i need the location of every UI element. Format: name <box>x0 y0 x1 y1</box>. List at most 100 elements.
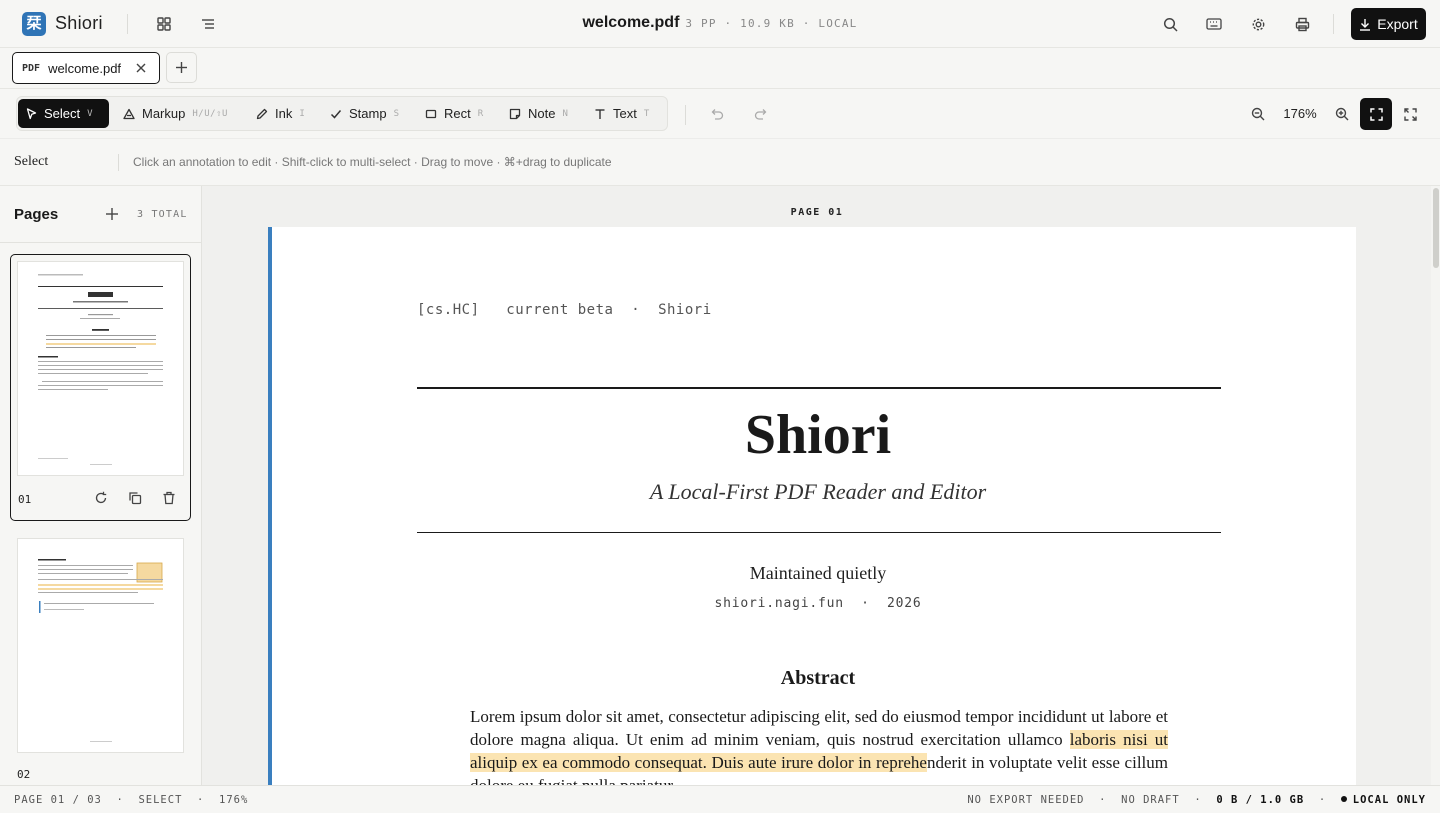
status-export: NO EXPORT NEEDED <box>967 794 1085 806</box>
export-label: Export <box>1377 16 1418 32</box>
plus-icon <box>176 62 187 73</box>
tool-rect[interactable]: Rect R <box>417 99 492 128</box>
zoom-in-icon <box>1335 107 1349 121</box>
page-thumbnail-02[interactable] <box>17 538 184 753</box>
close-icon[interactable] <box>135 62 147 74</box>
settings-button[interactable] <box>1244 10 1272 38</box>
status-draft: NO DRAFT <box>1121 794 1180 806</box>
tool-label: Rect <box>444 106 471 121</box>
divider <box>118 154 119 171</box>
document-viewer[interactable]: PAGE 01 [cs.HC] current beta · Shiori Sh… <box>202 186 1440 785</box>
hint-bar: Select Click an annotation to edit · Shi… <box>0 139 1440 186</box>
title-rule-bottom <box>417 532 1221 533</box>
undo-button[interactable] <box>703 100 731 128</box>
status-right: NO EXPORT NEEDED · NO DRAFT · 0 B / 1.0 … <box>967 794 1426 806</box>
new-tab-button[interactable] <box>166 52 197 83</box>
note-icon <box>509 108 521 119</box>
tool-label: Stamp <box>349 106 387 121</box>
tool-label: Ink <box>275 106 293 121</box>
abstract-text-part: Lorem ipsum dolor sit amet, consectetur … <box>470 707 1168 749</box>
tool-shortcut: H/U/⇧U <box>192 108 228 119</box>
redo-button[interactable] <box>746 100 774 128</box>
pdf-page[interactable]: [cs.HC] current beta · Shiori Shiori A L… <box>268 227 1356 785</box>
document-meta: 3 PP · 10.9 KB · LOCAL <box>685 17 858 30</box>
status-left: PAGE 01 / 03 · SELECT · 176% <box>14 794 249 806</box>
fit-page-icon <box>1369 107 1383 121</box>
tool-shortcut: N <box>562 108 569 119</box>
tool-group: Select V Markup H/U/⇧U Ink I Stamp S Rec… <box>16 96 668 131</box>
scrollbar-track[interactable] <box>1431 186 1440 785</box>
undo-icon <box>711 109 723 120</box>
document-title: welcome.pdf <box>582 14 680 31</box>
divider <box>1333 14 1334 34</box>
zoom-out-icon <box>1251 107 1265 121</box>
page-number: 02 <box>17 768 31 781</box>
search-button[interactable] <box>1156 10 1184 38</box>
current-mode-label: Select <box>14 154 49 169</box>
tab-welcome-pdf[interactable]: PDF welcome.pdf <box>12 52 160 84</box>
export-button[interactable]: Export <box>1351 8 1426 40</box>
tool-stamp[interactable]: Stamp S <box>322 99 408 128</box>
zoom-level[interactable]: 176% <box>1280 106 1320 121</box>
tool-shortcut: S <box>393 108 400 119</box>
fit-page-button[interactable] <box>1360 98 1392 130</box>
tool-text[interactable]: Text T <box>586 99 658 128</box>
shortcuts-button[interactable] <box>1200 10 1228 38</box>
fullscreen-button[interactable] <box>1396 100 1424 128</box>
page-preview <box>38 274 163 465</box>
page-thumbnail-card-01[interactable]: 01 <box>10 254 191 521</box>
scrollbar-thumb[interactable] <box>1433 188 1439 268</box>
add-page-icon[interactable] <box>104 206 120 222</box>
page-label: PAGE 01 <box>790 207 844 218</box>
top-bar: 栞 Shiori welcome.pdf 3 PP · 10.9 KB · LOC… <box>0 0 1440 48</box>
tool-label: Markup <box>142 106 186 121</box>
zoom-out-button[interactable] <box>1244 100 1272 128</box>
status-dot-icon <box>1340 796 1347 802</box>
duplicate-icon[interactable] <box>128 491 142 505</box>
tool-note[interactable]: Note N <box>501 99 576 128</box>
cursor-icon <box>26 107 37 119</box>
rect-icon <box>425 109 437 118</box>
status-bar: PAGE 01 / 03 · SELECT · 176% NO EXPORT N… <box>0 785 1440 813</box>
download-icon <box>1360 18 1371 31</box>
status-zoom: 176% <box>219 794 249 806</box>
site-line: shiori.nagi.fun · 2026 <box>714 596 922 611</box>
status-local: LOCAL ONLY <box>1352 794 1426 806</box>
status-mode: SELECT <box>138 794 183 806</box>
document-subtitle: A Local-First PDF Reader and Editor <box>649 479 987 504</box>
abstract-text[interactable]: Lorem ipsum dolor sit amet, consectetur … <box>470 705 1168 785</box>
tool-select[interactable]: Select V <box>18 99 109 128</box>
tool-label: Select <box>44 106 81 121</box>
tool-shortcut: V <box>87 108 94 119</box>
text-icon <box>595 108 605 119</box>
rotate-icon[interactable] <box>94 491 108 505</box>
maintainer-line: Maintained quietly <box>749 563 887 583</box>
tab-bar: PDF welcome.pdf <box>0 48 1440 89</box>
tab-label: welcome.pdf <box>48 60 122 76</box>
print-button[interactable] <box>1288 10 1316 38</box>
pdf-badge: PDF <box>22 62 41 74</box>
document-main-title: Shiori <box>744 404 892 466</box>
page-preview <box>38 559 163 742</box>
divider <box>685 105 686 125</box>
tool-markup[interactable]: Markup H/U/⇧U <box>115 99 236 128</box>
tool-label: Note <box>528 106 556 121</box>
tool-shortcut: R <box>477 108 484 119</box>
page-thumbnail[interactable] <box>17 261 184 476</box>
gear-icon <box>1252 18 1264 30</box>
divider <box>0 242 201 243</box>
expand-icon <box>1403 107 1417 121</box>
keyboard-icon <box>1206 18 1222 30</box>
annotation-toolbar: Select V Markup H/U/⇧U Ink I Stamp S Rec… <box>0 89 1440 139</box>
check-icon <box>330 109 342 119</box>
tool-shortcut: I <box>299 108 306 119</box>
redo-icon <box>754 109 766 120</box>
tool-hint: Click an annotation to edit · Shift-clic… <box>133 155 612 169</box>
pages-title: Pages <box>14 206 59 223</box>
abstract-heading: Abstract <box>780 667 856 689</box>
zoom-in-button[interactable] <box>1328 100 1356 128</box>
page-number: 01 <box>18 493 32 506</box>
status-page: PAGE 01 / 03 <box>14 794 102 806</box>
tool-ink[interactable]: Ink I <box>248 99 313 128</box>
trash-icon[interactable] <box>162 491 176 505</box>
